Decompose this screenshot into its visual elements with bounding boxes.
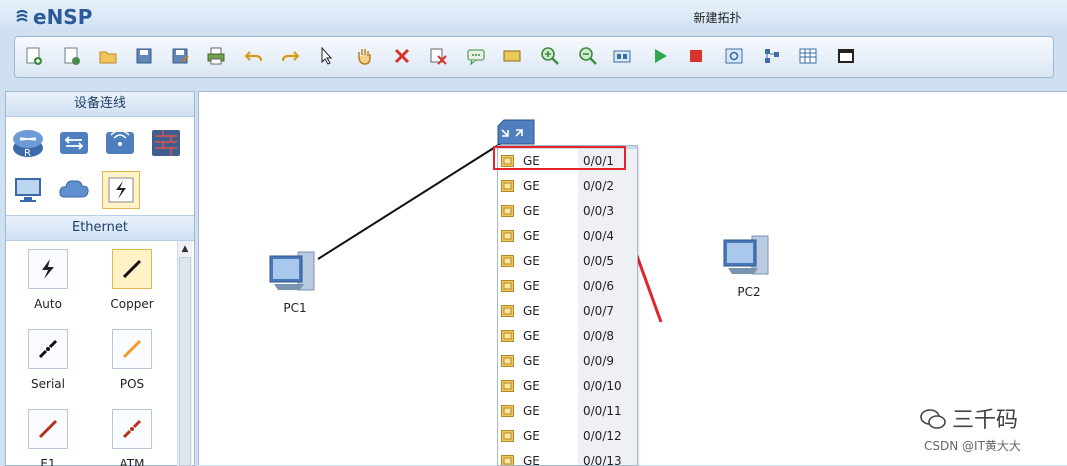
port-type: GE <box>523 329 540 343</box>
port-type: GE <box>523 229 540 243</box>
port-type: GE <box>523 279 540 293</box>
port-number: 0/0/2 <box>583 179 614 193</box>
port-item[interactable]: GE 0/0/2 <box>498 174 637 199</box>
port-number: 0/0/9 <box>583 354 614 368</box>
port-type: GE <box>523 354 540 368</box>
switch-node-icon <box>494 118 538 146</box>
port-number: 0/0/12 <box>583 429 622 443</box>
ethernet-port-icon <box>501 455 514 466</box>
port-type: GE <box>523 204 540 218</box>
port-selection-menu: GE0/0/1GE0/0/2GE0/0/3GE0/0/4GE0/0/5GE0/0… <box>497 145 638 466</box>
port-type: GE <box>523 304 540 318</box>
ethernet-port-icon <box>501 330 514 342</box>
highlight-box-ge-0-0-1 <box>493 146 626 170</box>
port-item[interactable]: GE 0/0/9 <box>498 349 637 374</box>
port-item[interactable]: GE 0/0/8 <box>498 324 637 349</box>
ethernet-port-icon <box>501 180 514 192</box>
ethernet-port-icon <box>501 230 514 242</box>
port-number: 0/0/8 <box>583 329 614 343</box>
ethernet-port-icon <box>501 205 514 217</box>
port-item[interactable]: GE 0/0/4 <box>498 224 637 249</box>
port-number: 0/0/5 <box>583 254 614 268</box>
port-number: 0/0/10 <box>583 379 622 393</box>
port-item[interactable]: GE 0/0/11 <box>498 399 637 424</box>
port-type: GE <box>523 179 540 193</box>
wechat-icon <box>920 408 946 430</box>
ethernet-port-icon <box>501 405 514 417</box>
port-number: 0/0/11 <box>583 404 622 418</box>
watermark-title: 三千码 <box>920 402 1018 434</box>
ethernet-port-icon <box>501 280 514 292</box>
ethernet-port-icon <box>501 430 514 442</box>
port-type: GE <box>523 254 540 268</box>
node-pc2[interactable]: PC2 <box>722 232 776 299</box>
port-number: 0/0/6 <box>583 279 614 293</box>
link-pc1-switch[interactable] <box>318 144 500 259</box>
port-type: GE <box>523 379 540 393</box>
ethernet-port-icon <box>501 380 514 392</box>
port-type: GE <box>523 429 540 443</box>
watermark-author: CSDN @IT黄大大 <box>924 437 1021 454</box>
port-item[interactable]: GE 0/0/5 <box>498 249 637 274</box>
pc-icon <box>268 248 322 296</box>
ethernet-port-icon <box>501 305 514 317</box>
port-number: 0/0/3 <box>583 204 614 218</box>
port-item[interactable]: GE 0/0/12 <box>498 424 637 449</box>
port-item[interactable]: GE 0/0/3 <box>498 199 637 224</box>
port-item[interactable]: GE 0/0/13 <box>498 449 637 466</box>
port-type: GE <box>523 454 540 466</box>
port-number: 0/0/7 <box>583 304 614 318</box>
ethernet-port-icon <box>501 255 514 267</box>
port-item[interactable]: GE 0/0/6 <box>498 274 637 299</box>
port-item[interactable]: GE 0/0/7 <box>498 299 637 324</box>
ethernet-port-icon <box>501 355 514 367</box>
port-item[interactable]: GE 0/0/10 <box>498 374 637 399</box>
pc-icon <box>722 232 776 280</box>
port-type: GE <box>523 404 540 418</box>
node-pc1[interactable]: PC1 <box>268 248 322 315</box>
port-number: 0/0/13 <box>583 454 622 466</box>
port-number: 0/0/4 <box>583 229 614 243</box>
